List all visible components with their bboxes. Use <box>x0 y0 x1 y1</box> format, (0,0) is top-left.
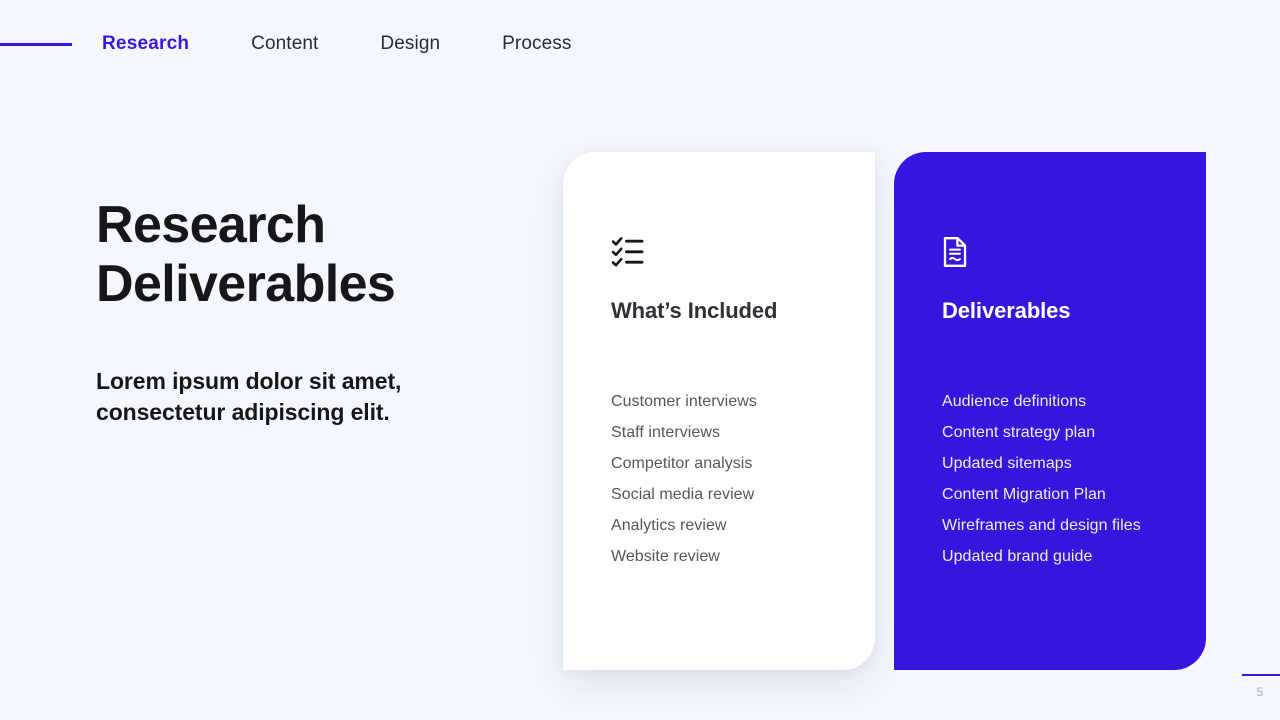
card-deliverables: Deliverables Audience definitions Conten… <box>894 152 1206 670</box>
list-item: Customer interviews <box>611 393 757 410</box>
deliverables-list: Audience definitions Content strategy pl… <box>942 386 1206 572</box>
list-item: Website review <box>611 548 720 565</box>
page-number: 5 <box>1256 685 1264 699</box>
card-title-whats-included: What’s Included <box>611 298 778 323</box>
list-item: Competitor analysis <box>611 455 753 472</box>
card-title-deliverables: Deliverables <box>942 298 1071 323</box>
checklist-icon <box>611 236 875 268</box>
list-item: Staff interviews <box>611 424 720 441</box>
list-item: Analytics review <box>611 517 727 534</box>
nav-accent-rule <box>0 42 72 46</box>
nav-item-design[interactable]: Design <box>380 29 440 59</box>
list-item: Updated sitemaps <box>942 455 1072 472</box>
page-subtitle: Lorem ipsum dolor sit amet, consectetur … <box>96 367 402 425</box>
nav-item-list: Research Content Design Process <box>102 29 634 59</box>
list-item: Content Migration Plan <box>942 486 1106 503</box>
card-whats-included: What’s Included Customer interviews Staf… <box>563 152 875 670</box>
list-item: Social media review <box>611 486 755 503</box>
list-item: Audience definitions <box>942 393 1087 410</box>
nav-item-content[interactable]: Content <box>251 29 318 59</box>
hero-text-block: Research Deliverables Lorem ipsum dolor … <box>96 196 526 428</box>
whats-included-list: Customer interviews Staff interviews Com… <box>611 386 875 572</box>
page-title: Research Deliverables <box>96 196 396 313</box>
footer-accent-rule <box>1242 674 1280 676</box>
top-navigation: Research Content Design Process <box>0 0 1280 88</box>
document-icon <box>942 236 1206 268</box>
nav-item-process[interactable]: Process <box>502 29 571 59</box>
list-item: Content strategy plan <box>942 424 1096 441</box>
nav-item-research[interactable]: Research <box>102 29 189 59</box>
list-item: Updated brand guide <box>942 548 1093 565</box>
list-item: Wireframes and design files <box>942 517 1141 534</box>
